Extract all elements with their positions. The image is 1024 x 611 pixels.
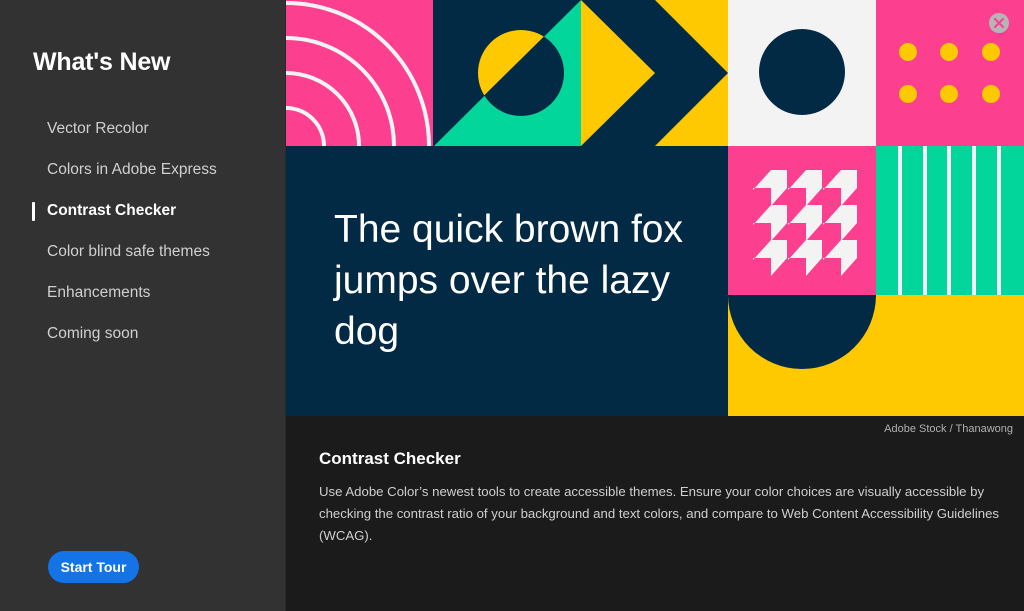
- sample-text: The quick brown fox jumps over the lazy …: [334, 208, 684, 353]
- tile-semicircle: [728, 295, 1024, 416]
- nav-item-label: Colors in Adobe Express: [47, 161, 217, 178]
- nav-item-color-blind-safe-themes[interactable]: Color blind safe themes: [0, 237, 286, 278]
- nav-item-label: Vector Recolor: [47, 120, 149, 137]
- nav-item-label: Contrast Checker: [47, 202, 177, 219]
- nav-item-coming-soon[interactable]: Coming soon: [0, 319, 286, 360]
- start-tour-button[interactable]: Start Tour: [48, 551, 139, 583]
- tile-chevron: [581, 0, 728, 146]
- nav-item-label: Enhancements: [47, 284, 151, 301]
- close-icon: [994, 18, 1004, 28]
- nav-item-vector-recolor[interactable]: Vector Recolor: [0, 114, 286, 155]
- sidebar: What's New Vector Recolor Colors in Adob…: [0, 0, 286, 611]
- tile-triangle-circle: [433, 0, 581, 146]
- hero-illustration: The quick brown fox jumps over the lazy …: [286, 0, 1024, 416]
- tile-circle: [728, 0, 876, 146]
- nav-item-label: Color blind safe themes: [47, 243, 210, 260]
- feature-title: Contrast Checker: [319, 449, 461, 468]
- image-credit: Adobe Stock / Thanawong: [884, 423, 1013, 435]
- nav-item-label: Coming soon: [47, 325, 139, 342]
- active-indicator: [32, 202, 35, 221]
- tile-houndstooth: [728, 146, 876, 295]
- close-button[interactable]: [989, 13, 1009, 33]
- tile-stripes: [876, 146, 1024, 295]
- nav-item-colors-in-adobe-express[interactable]: Colors in Adobe Express: [0, 155, 286, 196]
- feature-nav: Vector Recolor Colors in Adobe Express C…: [0, 114, 286, 360]
- sidebar-title: What's New: [33, 48, 171, 76]
- feature-description: Use Adobe Color’s newest tools to create…: [319, 484, 1000, 543]
- nav-item-contrast-checker[interactable]: Contrast Checker: [0, 196, 286, 237]
- nav-item-enhancements[interactable]: Enhancements: [0, 278, 286, 319]
